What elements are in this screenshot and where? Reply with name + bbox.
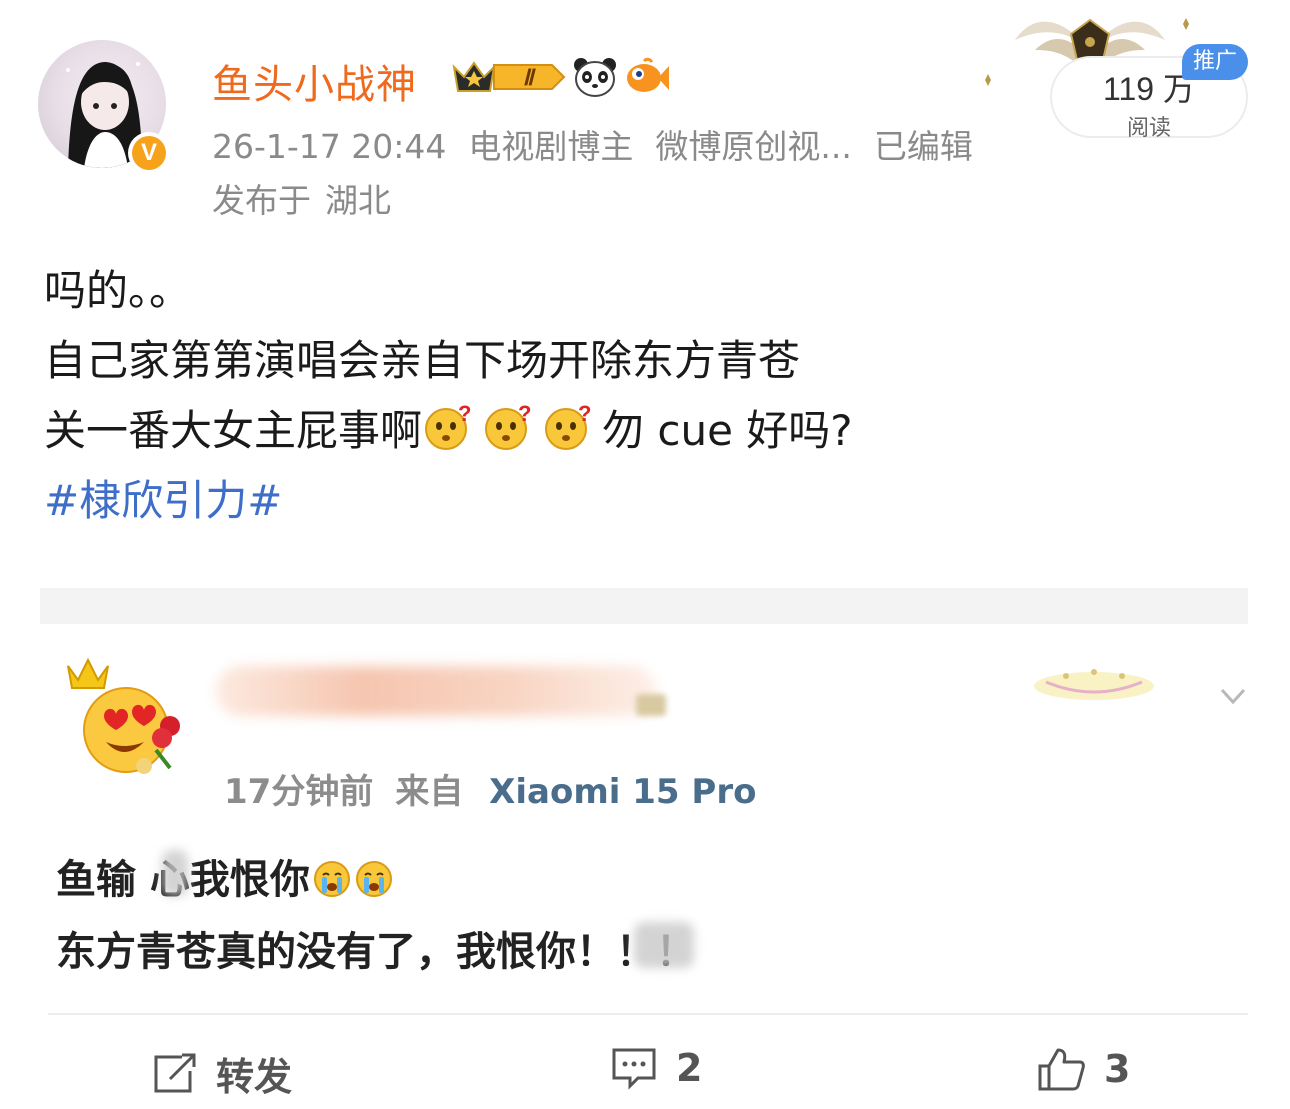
post-source[interactable]: 微博原创视... [655,127,851,166]
post-meta: 26-1-17 20:44 电视剧博主 微博原创视... 已编辑 [212,120,973,168]
puzzled-face-emoji-icon: ? [425,401,471,450]
comment-time: 17分钟前 [224,772,374,812]
chevron-down-icon[interactable] [1220,684,1246,710]
svg-text:?: ? [578,401,591,426]
crying-face-emoji-icon [313,861,350,897]
censor-smudge [634,922,694,968]
thumbs-up-icon [1038,1048,1085,1091]
blurred-badge [636,694,666,716]
location-prefix: 发布于 [212,181,311,220]
comment-icon [612,1048,656,1090]
author-role: 电视剧博主 [468,127,634,166]
comment-line-1: 鱼输 心我恨你 [56,844,696,916]
like-button[interactable]: 3 [1036,1046,1130,1092]
promote-badge[interactable]: 推广 [1182,44,1248,80]
comment-line-2: 东方青苍真的没有了，我恨你！！！ [56,929,696,975]
decoration-crown-icon [1034,669,1154,700]
crying-face-emoji-icon [355,861,392,897]
comment-count: 2 [676,1046,703,1090]
verified-mark: V [132,136,166,170]
blurred-username [216,666,656,716]
username[interactable]: 鱼头小战神 [212,52,417,110]
post-line-2: 自己家第第演唱会亲自下场开除东方青苍 [44,336,801,385]
post-time[interactable]: 26-1-17 20:44 [212,127,446,166]
location-place: 湖北 [325,181,391,220]
heart-eyes-emoji-avatar-icon [67,657,180,774]
embedded-screenshot[interactable]: 17分钟前 来自 Xiaomi 15 Pro 鱼输 心我恨你 东方青苍真的没有了，… [40,588,1248,1020]
user-badges: Ⅱ [452,56,670,98]
hashtag-link[interactable]: #棣欣引力# [44,466,853,536]
footer-divider [48,1013,1248,1015]
post-line-3-end: 勿 cue 好吗? [602,406,853,455]
comment-button[interactable]: 2 [610,1046,702,1090]
repost-icon [154,1053,196,1092]
read-label: 阅读 [1126,116,1171,141]
screenshot-top-strip [40,588,1248,624]
puzzled-face-emoji-icon: ? [545,401,591,450]
repost-label: 转发 [216,1055,293,1099]
svg-text:?: ? [518,401,531,426]
like-count: 3 [1104,1047,1131,1091]
vip-crown-level-icon[interactable]: Ⅱ [452,57,566,97]
post-line-3: 关一番大女主屁事啊 ? ? ? 勿 cue 好吗? [44,396,853,466]
post-location: 发布于 湖北 [212,174,391,222]
panda-icon[interactable] [572,56,618,98]
post-line-3-start: 关一番大女主屁事啊 [44,406,423,455]
svg-text:?: ? [458,401,471,426]
comment-body: 鱼输 心我恨你 东方青苍真的没有了，我恨你！！！ [56,844,696,988]
comment-from-label: 来自 [395,772,464,812]
repost-button[interactable]: 转发 [152,1046,292,1101]
post-line-1: 吗的。。 [44,266,192,315]
fish-icon[interactable] [624,57,670,97]
post-body: 吗的。。 自己家第第演唱会亲自下场开除东方青苍 关一番大女主屁事啊 ? ? ? … [44,256,853,536]
verified-badge-icon: V [128,132,170,174]
comment-meta: 17分钟前 来自 Xiaomi 15 Pro [224,764,756,813]
edited-label[interactable]: 已编辑 [874,127,973,166]
censor-smudge [162,850,188,896]
puzzled-face-emoji-icon: ? [485,401,531,450]
comment-device: Xiaomi 15 Pro [489,772,757,812]
